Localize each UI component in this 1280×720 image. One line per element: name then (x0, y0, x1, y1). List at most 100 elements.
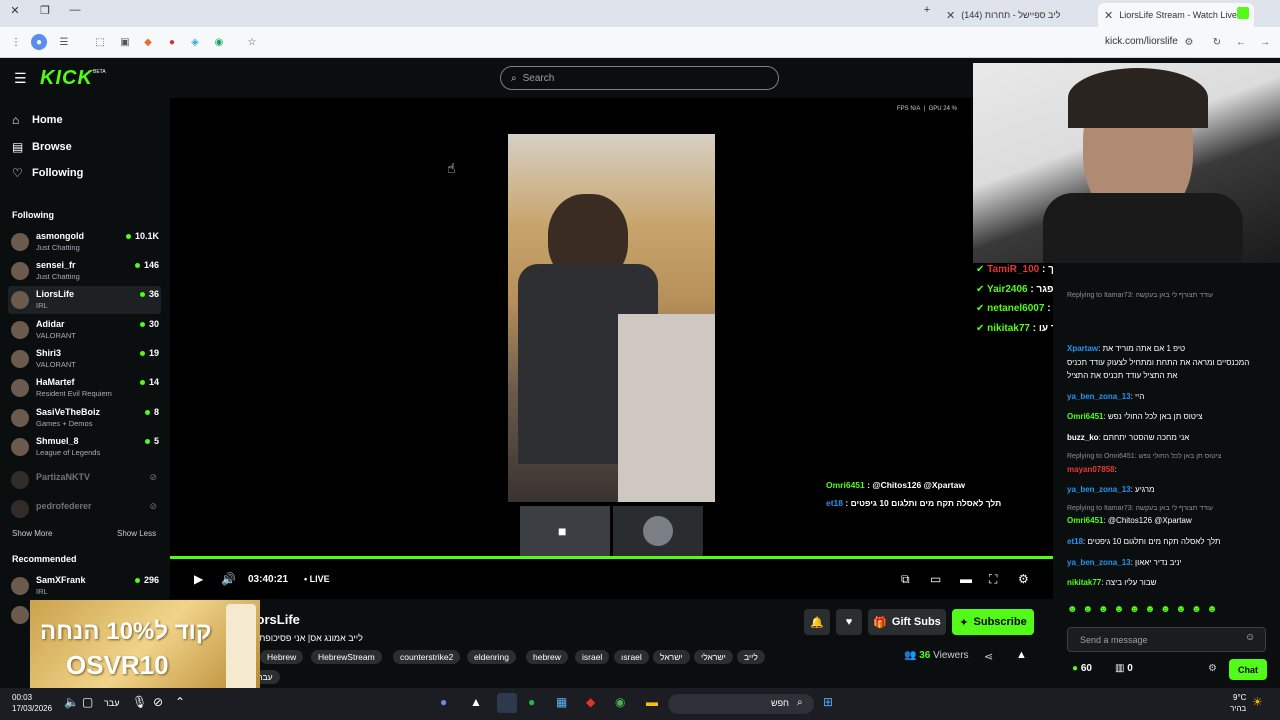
fullscreen-icon[interactable]: ⛶ (989, 572, 997, 587)
steam-icon[interactable] (497, 693, 517, 713)
kick-favicon-icon (1237, 7, 1249, 19)
show-more-link[interactable]: Show More (12, 529, 52, 538)
miniplayer-icon[interactable]: ⧉ (901, 572, 910, 587)
follow-heart-button[interactable]: ♥ (836, 609, 862, 635)
weather-sun-icon[interactable]: ☀ (1252, 695, 1263, 709)
camera-switch-thumb[interactable] (613, 506, 703, 556)
wifi-off-icon[interactable]: ⊘ (153, 695, 163, 709)
windows-start-icon[interactable]: ⊞ (823, 695, 833, 709)
app-icon[interactable]: ◆ (586, 695, 595, 709)
emote-bar[interactable]: ☻☻☻☻☻☻☻☻☻☻ (1067, 604, 1267, 618)
tag[interactable]: ישראלי (694, 650, 733, 664)
tag[interactable]: Hebrew (260, 650, 304, 664)
url-text[interactable]: kick.com/liorslife (1105, 36, 1178, 47)
tag[interactable]: לייב (737, 650, 765, 664)
site-settings-icon[interactable]: ⚙ (1181, 34, 1197, 50)
chat-input[interactable]: Send a message (1067, 627, 1266, 652)
app-icon[interactable]: ▲ (470, 695, 482, 709)
search-input[interactable]: Search (523, 73, 555, 84)
emoji-icon[interactable]: ☺ (1245, 632, 1255, 643)
mouse-cursor-icon: ☝ (447, 160, 456, 176)
apps-grid-icon[interactable]: ▦ (556, 695, 567, 709)
hamburger-menu-icon[interactable]: ☰ (14, 70, 27, 87)
avatar (11, 606, 29, 624)
sidebar-channel[interactable]: sensei_fr Just Chatting 146 (8, 257, 161, 285)
tab-youtube[interactable]: ✕ (144) ליב ספיישל - תחרות (940, 3, 1096, 27)
reload-icon[interactable]: ↻ (1209, 34, 1225, 50)
sidebar-channel[interactable]: Adidar VALORANT 30 (8, 316, 161, 344)
tag[interactable]: ישראל (653, 650, 690, 664)
share-icon[interactable]: ⋖ (984, 650, 993, 663)
nav-home[interactable]: ⌂ Home (12, 113, 63, 127)
play-icon[interactable]: ▶ (194, 572, 203, 586)
extension-icon[interactable]: ◉ (211, 34, 227, 50)
tag[interactable]: HebrewStream (311, 650, 382, 664)
sidebar-channel[interactable]: SasiVeTheBoiz Games + Demos 8 (8, 404, 161, 432)
report-icon[interactable]: ▲ (1016, 649, 1027, 661)
taskbar-search[interactable]: חפש ⌕ (668, 694, 814, 714)
notification-bell-button[interactable]: 🔔 (804, 609, 830, 635)
language-indicator[interactable]: עבר (104, 698, 119, 708)
clip-icon[interactable]: ▬ (960, 572, 972, 586)
chat-send-button[interactable]: Chat (1229, 659, 1267, 680)
gift-subs-button[interactable]: 🎁 Gift Subs (868, 609, 946, 635)
camera-switch-thumb[interactable]: ■ (520, 506, 610, 556)
sidebar-channel[interactable]: SamXFrank IRL 296 (8, 572, 161, 600)
tab-kick[interactable]: ✕ LiorsLife Stream - Watch Live o (1098, 3, 1254, 27)
extension-icon[interactable]: ● (31, 34, 47, 50)
nav-following[interactable]: ♡ Following (12, 166, 83, 180)
extension-icon[interactable]: ☰ (56, 34, 72, 50)
chat-settings-icon[interactable]: ⚙ (1208, 663, 1217, 674)
tag[interactable]: eldenring (467, 650, 516, 664)
channel-points[interactable]: ● 60 (1072, 663, 1092, 674)
sidebar-channel[interactable]: Shiri3 VALORANT 19 (8, 345, 161, 373)
kick-logo[interactable]: KICK (40, 67, 93, 90)
back-icon[interactable]: ← (1233, 34, 1249, 50)
forward-icon[interactable]: → (1257, 34, 1273, 50)
sidebar-channel[interactable]: Shmuel_8 League of Legends 5 (8, 433, 161, 461)
discord-icon[interactable]: ● (440, 695, 447, 709)
show-less-link[interactable]: Show Less (117, 529, 156, 538)
search-bar[interactable]: ⌕ Search (500, 66, 779, 90)
sidebar-channel[interactable]: asmongold Just Chatting 10.1K (8, 228, 161, 256)
menu-dots-icon[interactable]: ⋮ (8, 34, 24, 50)
chat-message: ya_ben_zona_13: היי (1067, 392, 1145, 401)
nav-browse[interactable]: ▤ Browse (12, 140, 72, 154)
close-icon[interactable]: ✕ (946, 9, 955, 22)
extension-icon[interactable]: ⬚ (92, 34, 108, 50)
extension-icon[interactable]: ● (164, 34, 180, 50)
volume-icon[interactable]: 🔊 (221, 572, 236, 586)
tag[interactable]: counterstrike2 (393, 650, 461, 664)
chrome-icon[interactable]: ◉ (615, 695, 625, 709)
gift-count[interactable]: ▥ 0 (1115, 663, 1133, 674)
sidebar-channel-active[interactable]: LiorsLife IRL 36 (8, 286, 161, 314)
tag[interactable]: hebrew (526, 650, 568, 664)
avatar (11, 233, 29, 251)
offline-icon: ⊘ (149, 472, 157, 482)
chevron-up-icon[interactable]: ⌃ (175, 695, 185, 709)
file-explorer-icon[interactable]: ▬ (646, 695, 658, 709)
spotify-icon[interactable]: ● (528, 695, 535, 709)
new-tab-icon[interactable]: + (918, 4, 936, 16)
mic-icon[interactable]: 🎙 (132, 695, 147, 709)
restore-window-icon[interactable]: ❐ (36, 4, 54, 17)
sidebar-channel[interactable]: HaMartef Resident Evil Requiem 14 (8, 374, 161, 402)
network-icon[interactable]: ▢ (82, 695, 93, 709)
bookmark-star-icon[interactable]: ☆ (244, 34, 260, 50)
settings-gear-icon[interactable]: ⚙ (1018, 572, 1029, 586)
close-window-icon[interactable]: ✕ (6, 4, 24, 17)
tag[interactable]: israel (575, 650, 610, 664)
extension-icon[interactable]: ▣ (117, 34, 133, 50)
tag[interactable]: ısrael (614, 650, 649, 664)
sidebar-channel-offline[interactable]: PartizaNKTV ⊘ (8, 466, 161, 494)
speaker-icon[interactable]: 🔈 (64, 695, 79, 709)
sidebar-channel-offline[interactable]: pedrofederer ⊘ (8, 495, 161, 523)
subscribe-button[interactable]: ✦ Subscribe (952, 609, 1034, 635)
extension-icon[interactable]: ◆ (140, 34, 156, 50)
extension-icon[interactable]: ◈ (187, 34, 203, 50)
minimize-window-icon[interactable]: — (66, 4, 84, 16)
chat-message: buzz_ko: אני מחכה שהסטר יתחתם (1067, 433, 1190, 442)
theater-icon[interactable]: ▭ (930, 572, 941, 586)
close-icon[interactable]: ✕ (1104, 9, 1113, 22)
gift-icon: ▥ (1115, 663, 1125, 674)
